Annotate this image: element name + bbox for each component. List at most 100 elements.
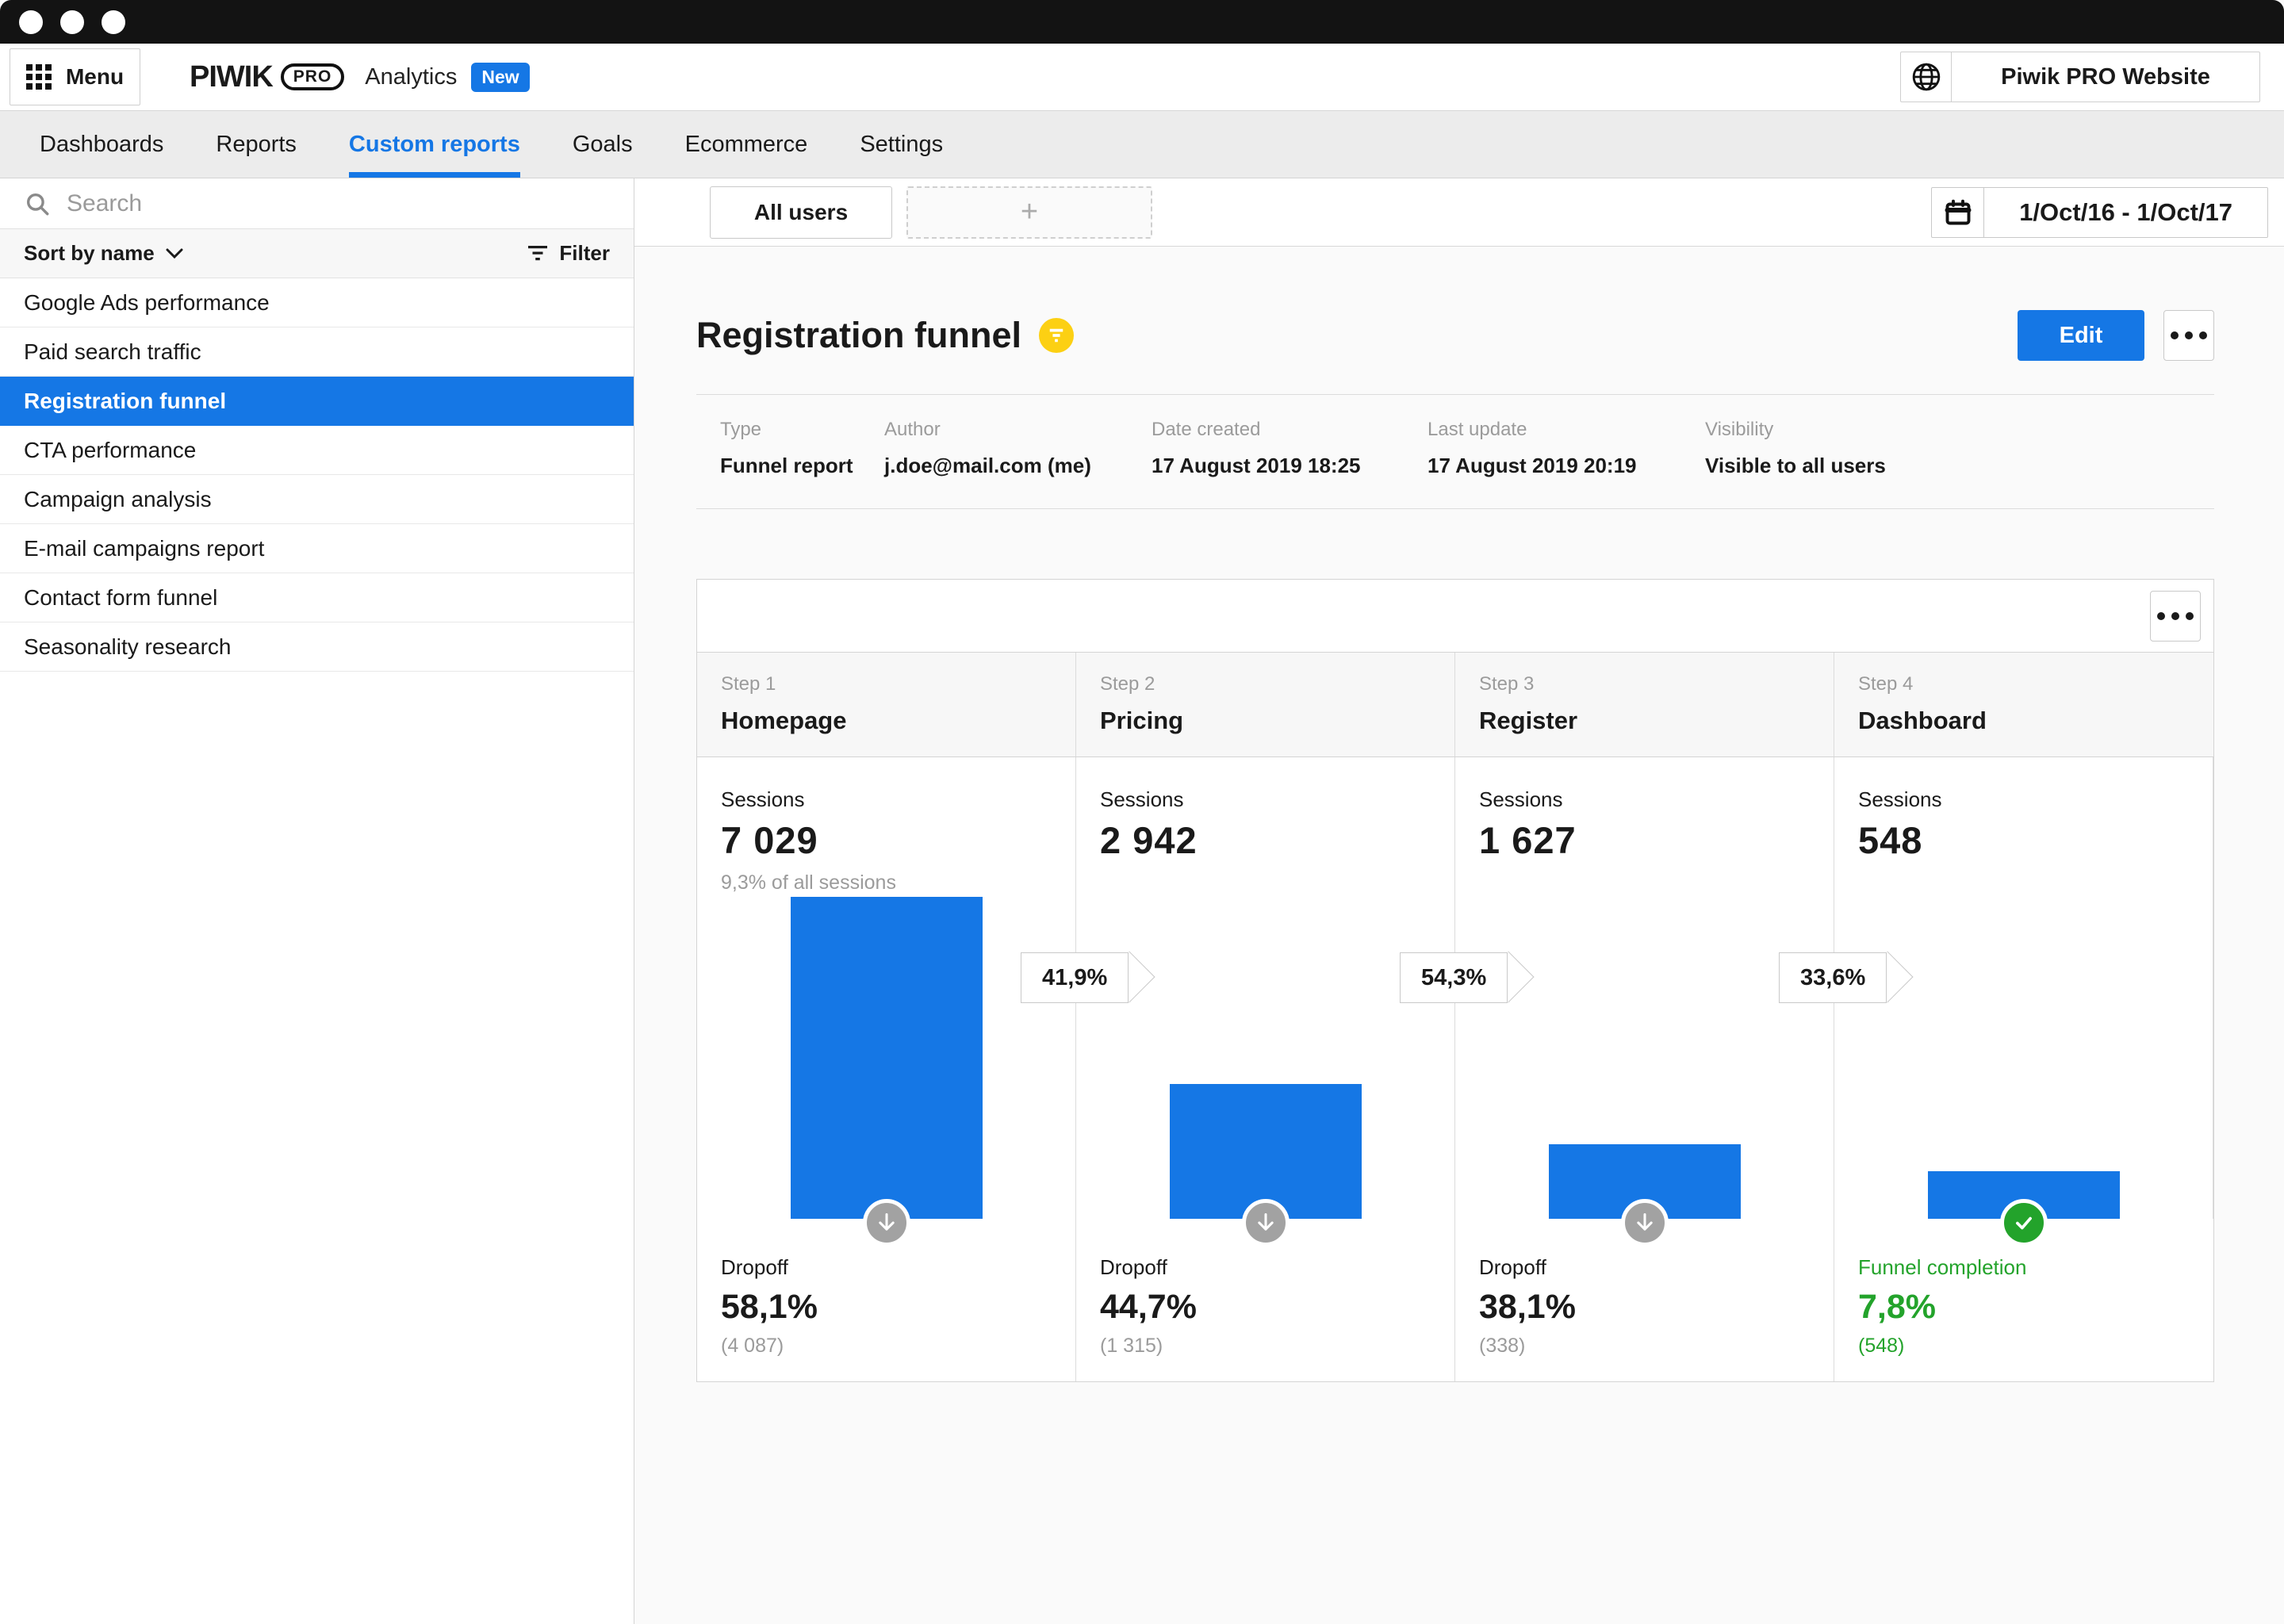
search-input[interactable] [67,190,634,217]
calendar-icon [1932,188,1984,237]
report-list-item[interactable]: Campaign analysis [0,475,634,524]
report-list-item[interactable]: Contact form funnel [0,573,634,622]
app-header: Menu PIWIK PRO Analytics New Piwik PRO W… [0,44,2284,111]
completion-count: (548) [1858,1335,2213,1358]
transition-rate-label: 33,6% [1779,952,1887,1003]
reports-sidebar: Sort by name Filter Google Ads performan… [0,178,634,1624]
funnel-bar [1170,1084,1362,1219]
sessions-label: Sessions [1858,787,2213,812]
report-list-item-selected[interactable]: Registration funnel [0,377,634,426]
funnel-steps-header: Step 1 Homepage Step 2 Pricing Step 3 Re… [697,653,2213,757]
dropoff-value: 44,7% [1100,1288,1454,1327]
step-number: Step 2 [1100,673,1454,695]
filter-button[interactable]: Filter [527,241,610,266]
step-number: Step 3 [1479,673,1834,695]
meta-value: Funnel report [720,454,884,478]
edit-button[interactable]: Edit [2018,310,2144,361]
sessions-value: 7 029 [721,818,1075,862]
meta-label: Visibility [1705,419,1886,441]
transition-rate-label: 54,3% [1400,952,1508,1003]
dropoff-arrow-icon [863,1199,910,1247]
step-number: Step 1 [721,673,1075,695]
sort-dropdown[interactable]: Sort by name [24,241,183,266]
step-column-1: Sessions 7 029 9,3% of all sessions [697,757,1076,1219]
date-range-label: 1/Oct/16 - 1/Oct/17 [1984,188,2267,237]
meta-value: 17 August 2019 18:25 [1152,454,1428,478]
window-minimize-button[interactable] [60,10,84,34]
menu-button[interactable]: Menu [10,48,140,105]
date-range-picker[interactable]: 1/Oct/16 - 1/Oct/17 [1931,187,2268,238]
new-badge: New [471,63,529,92]
report-meta-panel: Type Funnel report Author j.doe@mail.com… [696,394,2214,509]
tab-custom-reports[interactable]: Custom reports [349,111,520,178]
ellipsis-icon [2171,331,2179,339]
page-title: Registration funnel [696,315,1021,356]
sessions-label: Sessions [1100,787,1454,812]
funnel-bar [1928,1171,2120,1219]
step-header-4: Step 4 Dashboard [1834,653,2213,756]
meta-value: Visible to all users [1705,454,1886,478]
dropoff-count: (1 315) [1100,1335,1454,1358]
window-titlebar [0,0,2284,44]
segment-all-users[interactable]: All users [710,186,892,239]
meta-last-update: Last update 17 August 2019 20:19 [1428,419,1705,478]
chart-toolbar [697,580,2213,653]
chevron-down-icon [166,248,183,259]
window-zoom-button[interactable] [102,10,125,34]
sort-dropdown-label: Sort by name [24,241,155,266]
add-segment-button[interactable]: + [906,186,1152,239]
completion-label: Funnel completion [1858,1255,2213,1280]
dropoff-label: Dropoff [721,1255,1075,1280]
report-list-item[interactable]: E-mail campaigns report [0,524,634,573]
sessions-value: 1 627 [1479,818,1834,862]
dropoff-arrow-icon [1242,1199,1290,1247]
funnel-bar [791,897,983,1219]
step-name: Homepage [721,707,1075,735]
meta-label: Type [720,419,884,441]
meta-label: Date created [1152,419,1428,441]
tab-settings[interactable]: Settings [860,111,943,178]
transition-rate-chip: 41,9% [1021,952,1129,1003]
report-more-button[interactable] [2163,310,2214,361]
dropoff-count: (4 087) [721,1335,1075,1358]
piwik-pro-logo: PIWIK PRO Analytics New [190,60,530,94]
chart-more-button[interactable] [2150,591,2201,642]
dropoff-label: Dropoff [1100,1255,1454,1280]
product-name: Analytics [365,64,457,90]
funnel-dropoff-row: Dropoff 58,1% (4 087) Dropoff 44,7% (1 3… [697,1219,2213,1381]
meta-label: Last update [1428,419,1705,441]
site-switcher[interactable]: Piwik PRO Website [1900,52,2260,102]
meta-value: 17 August 2019 20:19 [1428,454,1705,478]
logo-wordmark: PIWIK [190,60,273,94]
tab-dashboards[interactable]: Dashboards [40,111,163,178]
meta-author: Author j.doe@mail.com (me) [884,419,1152,478]
workspace: Sort by name Filter Google Ads performan… [0,178,2284,1624]
funnel-chart-body: Sessions 7 029 9,3% of all sessions [697,757,2213,1219]
report-list-item[interactable]: Google Ads performance [0,278,634,327]
window-close-button[interactable] [19,10,43,34]
main-nav: Dashboards Reports Custom reports Goals … [0,111,2284,178]
tab-reports[interactable]: Reports [216,111,297,178]
tab-ecommerce[interactable]: Ecommerce [685,111,808,178]
step-name: Register [1479,707,1834,735]
dropoff-count: (338) [1479,1335,1834,1358]
report-content: Registration funnel Edit Type Funnel rep… [696,247,2214,1382]
dropoff-value: 38,1% [1479,1288,1834,1327]
meta-date-created: Date created 17 August 2019 18:25 [1152,419,1428,478]
search-icon [24,190,51,217]
site-switcher-label: Piwik PRO Website [1952,52,2259,102]
step-header-3: Step 3 Register [1455,653,1834,756]
tab-goals[interactable]: Goals [573,111,633,178]
dropoff-value: 58,1% [721,1288,1075,1327]
sessions-label: Sessions [721,787,1075,812]
sessions-label: Sessions [1479,787,1834,812]
filter-icon [527,244,548,263]
report-list-item[interactable]: Seasonality research [0,622,634,672]
report-list-item[interactable]: CTA performance [0,426,634,475]
sidebar-search [0,178,634,229]
filter-button-label: Filter [559,241,610,266]
sessions-value: 2 942 [1100,818,1454,862]
report-list-item[interactable]: Paid search traffic [0,327,634,377]
globe-icon [1901,52,1952,102]
apps-grid-icon [26,64,52,90]
